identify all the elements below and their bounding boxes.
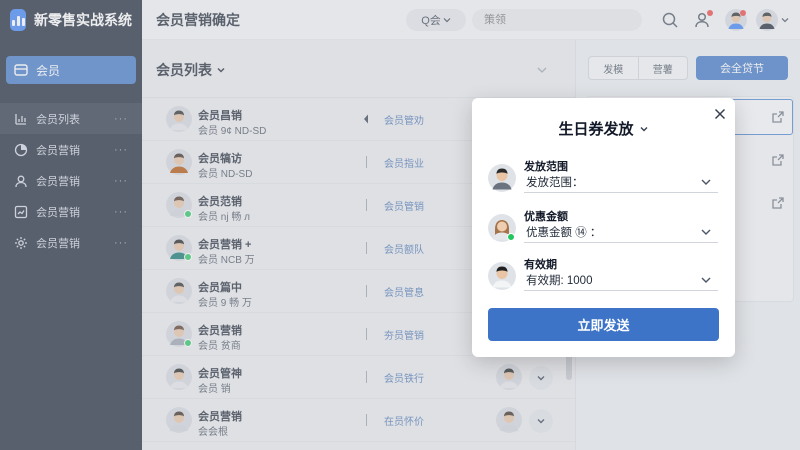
divider [524,290,718,291]
close-icon[interactable] [714,108,726,120]
field-label: 优惠金额 [524,211,568,223]
field-label: 发放范围 [524,161,568,173]
discount-amount-field[interactable]: 优惠金额 优惠金额 ⑭ ： [488,206,720,250]
scope-field[interactable]: 发放范围 发放范围： [488,156,720,200]
chevron-down-icon [640,126,647,131]
chevron-down-icon[interactable] [700,176,712,188]
send-now-button[interactable]: 立即发送 [488,308,719,341]
avatar [488,262,516,290]
avatar [488,164,516,192]
divider [524,242,718,243]
chevron-down-icon[interactable] [700,226,712,238]
field-label: 有效期 [524,259,557,271]
dialog-title-label: 生日券发放 [558,121,634,138]
validity-field[interactable]: 有效期 有效期: 1000 [488,254,720,298]
field-value: 发放范围： [526,177,584,189]
field-value: 有效期: 1000 [526,275,593,287]
divider [524,192,718,193]
chevron-down-icon[interactable] [700,274,712,286]
avatar [488,214,516,242]
birthday-coupon-dialog: 生日券发放 发放范围 发放范围： 优惠金额 优惠金额 ⑭ ： 有效期 有效期: … [472,98,735,357]
field-value: 优惠金额 ⑭ ： [526,227,602,239]
dialog-title[interactable]: 生日券发放 [472,118,735,139]
